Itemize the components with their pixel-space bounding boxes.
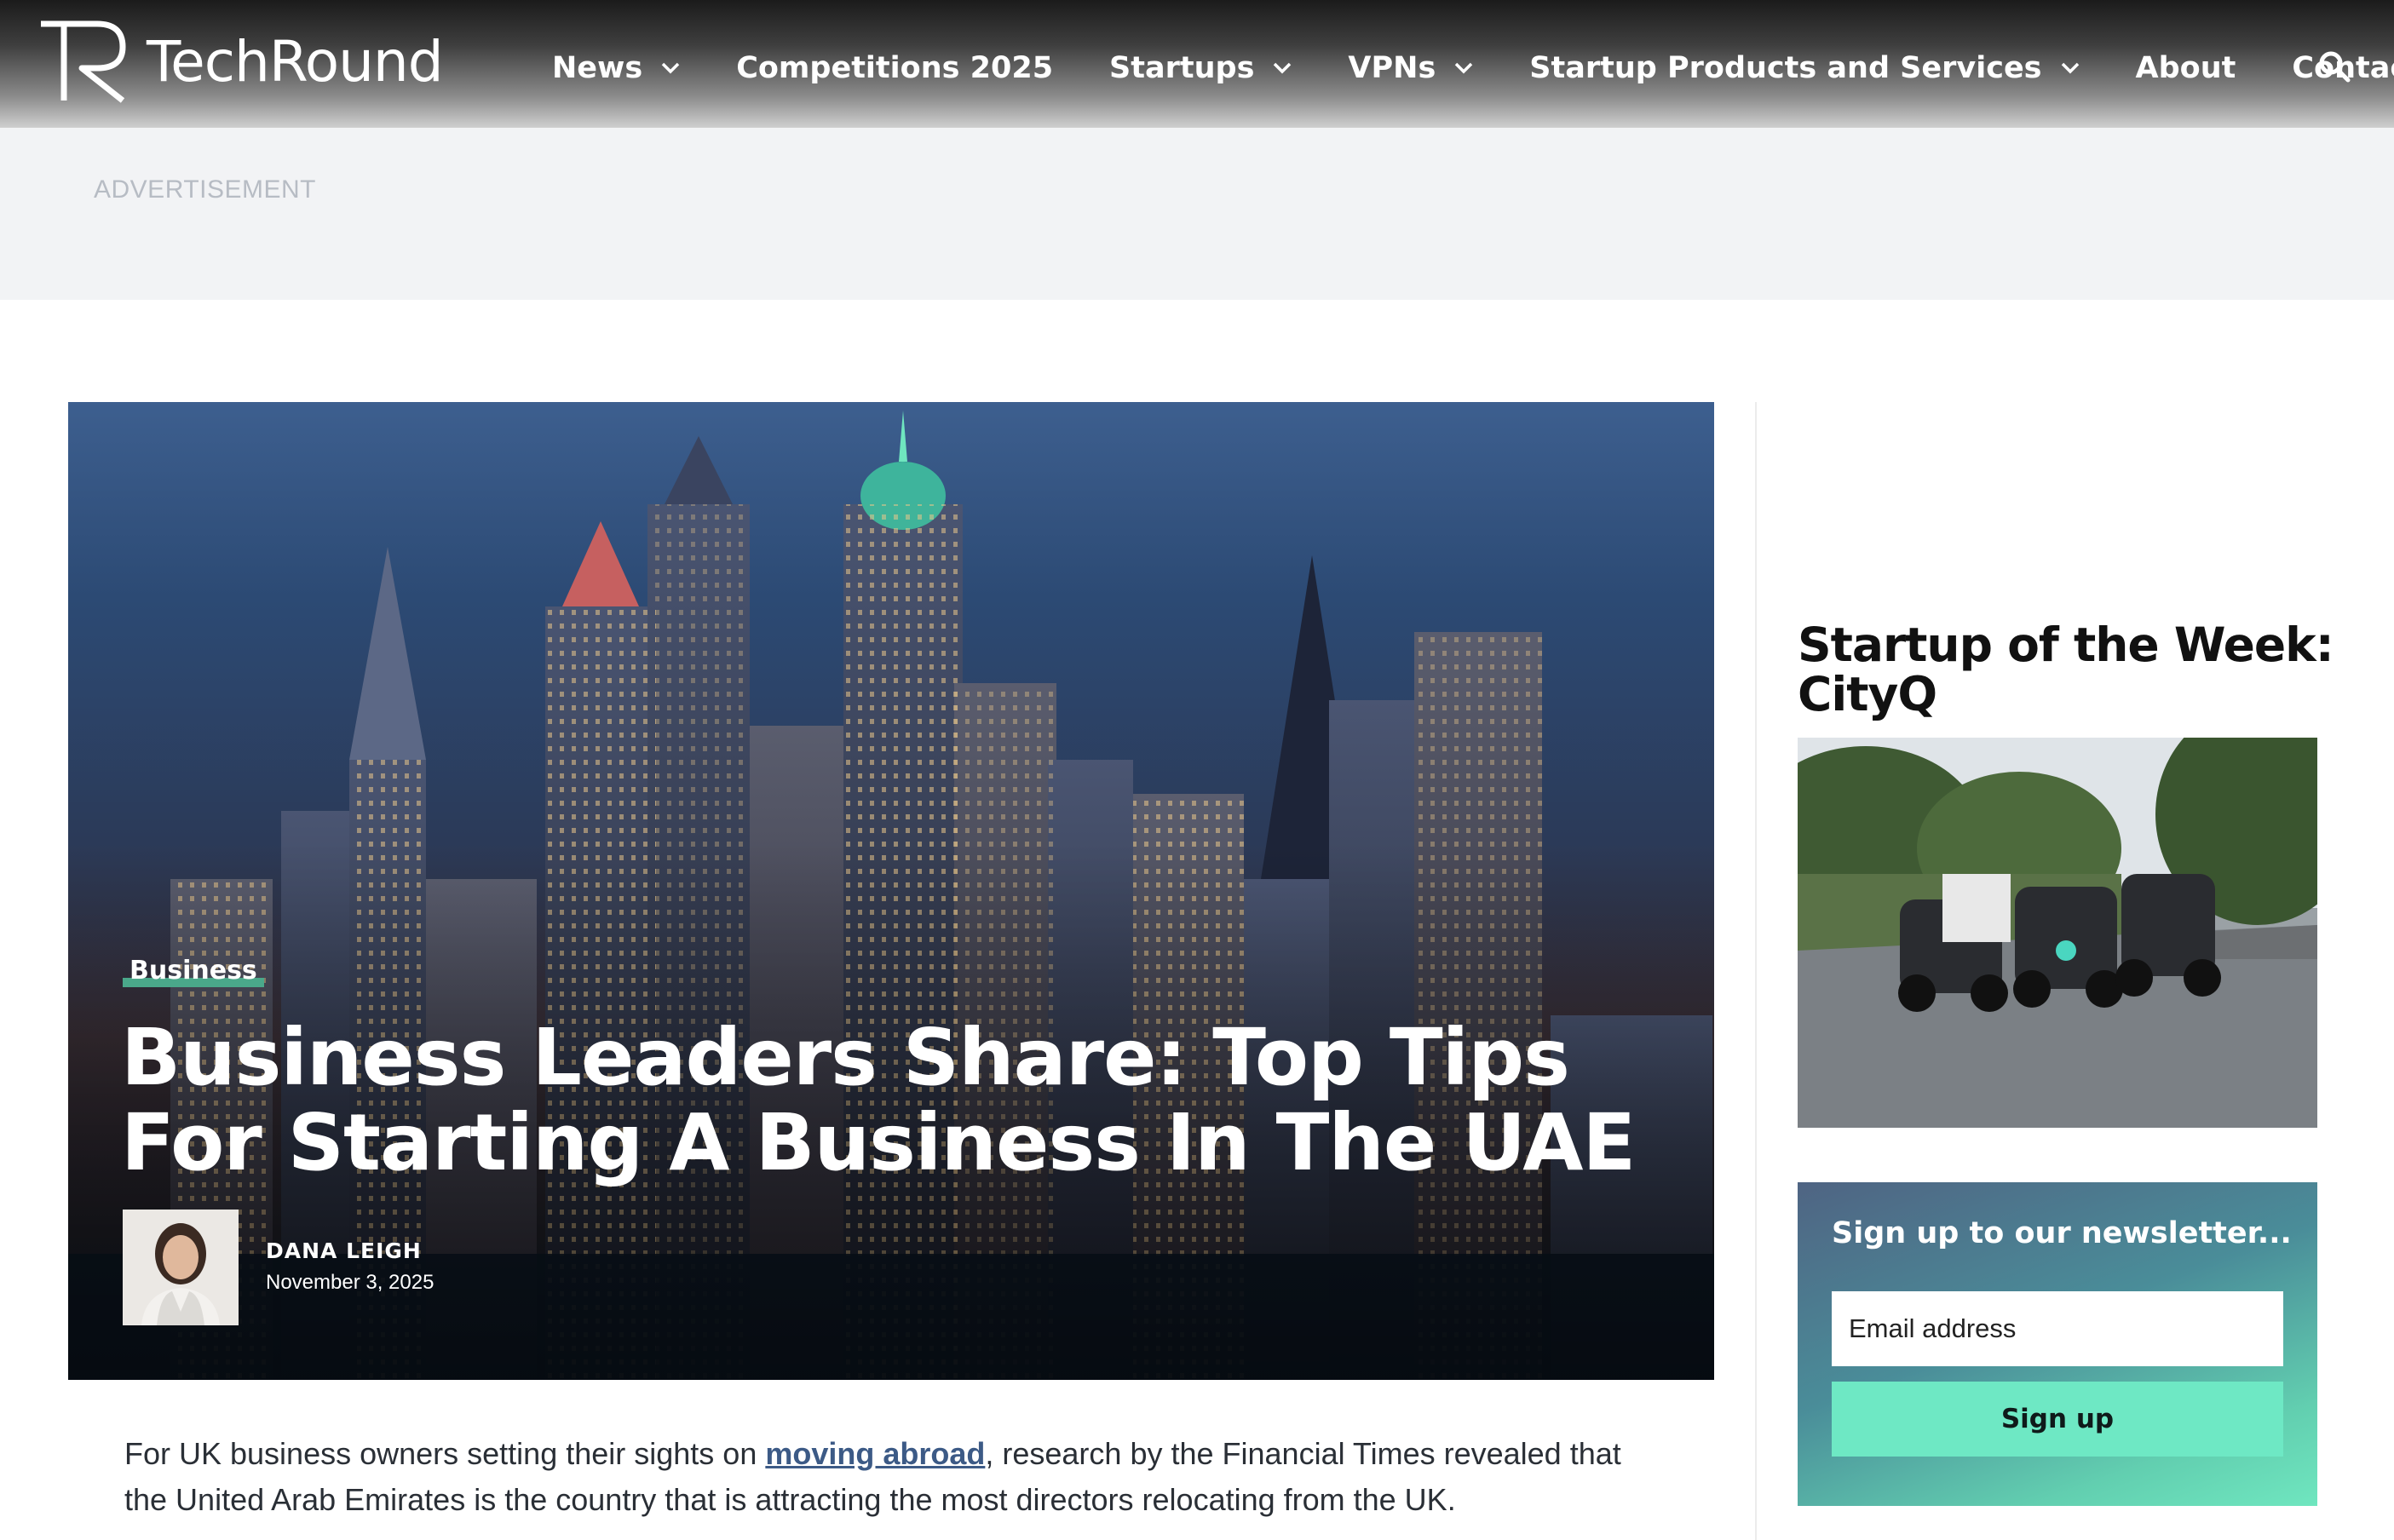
cityq-vehicles-illustration <box>1798 738 2317 1128</box>
nav-label: Startup Products and Services <box>1529 51 2042 85</box>
startup-of-week-image[interactable] <box>1798 738 2317 1128</box>
nav-item-competitions[interactable]: Competitions 2025 <box>736 51 1053 85</box>
author-avatar[interactable] <box>123 1210 239 1325</box>
newsletter-signup-box: Sign up to our newsletter... Sign up <box>1798 1182 2317 1506</box>
search-icon[interactable] <box>2317 49 2351 83</box>
nav-item-startups[interactable]: Startups <box>1109 51 1292 85</box>
article-intro-paragraph: For UK business owners setting their sig… <box>124 1431 1658 1523</box>
hero-gradient-overlay <box>68 402 1714 1380</box>
moving-abroad-link[interactable]: moving abroad <box>765 1436 985 1471</box>
chevron-down-icon <box>661 62 680 74</box>
nav-label: Startups <box>1109 51 1255 85</box>
techround-logo-icon <box>41 20 126 103</box>
sidebar-divider <box>1755 402 1757 1540</box>
nav-label: VPNs <box>1348 51 1436 85</box>
category-tag[interactable]: Business <box>123 956 264 987</box>
nav-item-vpns[interactable]: VPNs <box>1348 51 1473 85</box>
sign-up-button[interactable]: Sign up <box>1832 1382 2283 1457</box>
author-portrait-icon <box>123 1210 239 1325</box>
hero-image[interactable]: Business Business Leaders Share: Top Tip… <box>68 402 1714 1380</box>
chevron-down-icon <box>2061 62 2079 74</box>
site-header: TechRound News Competitions 2025 Startup… <box>0 0 2394 128</box>
advertisement-label: ADVERTISEMENT <box>94 175 316 204</box>
nav-label: Competitions 2025 <box>736 51 1054 85</box>
advertisement-banner: ADVERTISEMENT <box>0 128 2394 300</box>
email-field[interactable] <box>1832 1291 2283 1366</box>
main-nav: News Competitions 2025 Startups VPNs Sta… <box>552 44 2394 92</box>
nav-label: About <box>2135 51 2236 85</box>
intro-text: For UK business owners setting their sig… <box>124 1436 766 1471</box>
nav-item-news[interactable]: News <box>552 51 680 85</box>
nav-label: News <box>552 51 643 85</box>
chevron-down-icon <box>1274 62 1292 74</box>
publish-date: November 3, 2025 <box>266 1271 434 1294</box>
article-title: Business Leaders Share: Top Tips For Sta… <box>121 1012 1636 1188</box>
nav-item-about[interactable]: About <box>2136 51 2236 85</box>
nav-item-startup-products[interactable]: Startup Products and Services <box>1529 51 2079 85</box>
startup-of-week-title[interactable]: Startup of the Week: CityQ <box>1798 620 2343 719</box>
chevron-down-icon <box>1455 62 1473 74</box>
site-logo[interactable]: TechRound <box>37 19 444 104</box>
newsletter-title: Sign up to our newsletter... <box>1832 1216 2292 1250</box>
logo-text: TechRound <box>147 28 444 95</box>
author-name[interactable]: DANA LEIGH <box>266 1238 422 1263</box>
